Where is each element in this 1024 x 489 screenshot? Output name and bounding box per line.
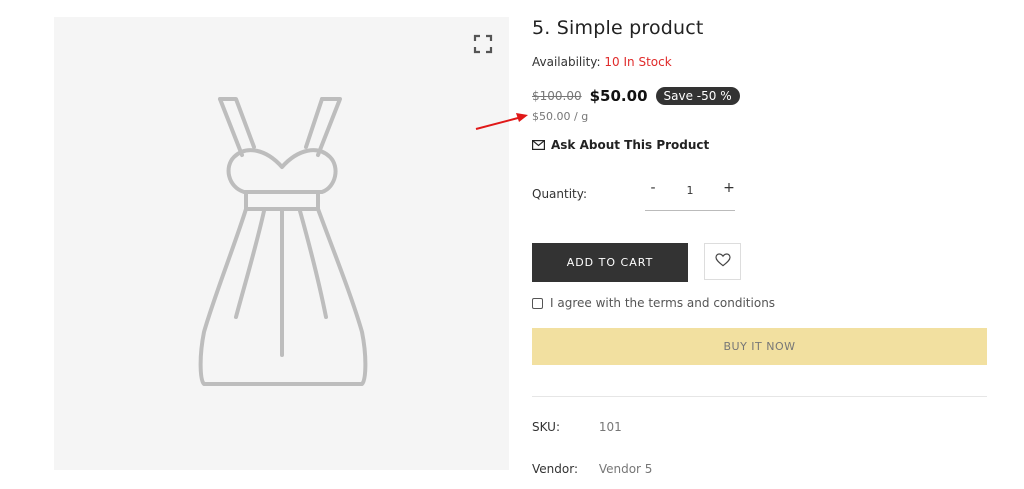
current-price: $50.00 [589,87,648,105]
annotation-arrow-icon [475,113,528,130]
sku-label: SKU: [532,420,560,434]
quantity-stepper: - 1 + [645,176,735,211]
product-title: 5. Simple product [532,17,704,39]
wishlist-button[interactable] [704,243,741,280]
sku-value: 101 [598,420,622,434]
price-row: $100.00 $50.00 Save -50 % [532,86,740,106]
divider [532,396,987,397]
quantity-increase-button[interactable]: + [721,180,737,196]
vendor-value[interactable]: Vendor 5 [599,462,653,476]
vendor-label: Vendor: [532,462,578,476]
heart-icon [714,252,731,271]
ask-about-product-label: Ask About This Product [551,138,710,152]
product-info: 5. Simple product Availability: 10 In St… [532,0,987,489]
stock-status: 10 In Stock [604,55,672,69]
buy-it-now-button[interactable]: BUY IT NOW [532,328,987,365]
terms-agreement: I agree with the terms and conditions [532,296,775,310]
dress-image [198,97,368,386]
terms-label[interactable]: I agree with the terms and conditions [550,296,775,310]
vendor-row: Vendor: Vendor 5 [532,462,652,476]
quantity-input[interactable]: 1 [675,184,705,197]
availability-label: Availability: [532,55,601,69]
quantity-decrease-button[interactable]: - [645,180,661,196]
sku-row: SKU: 101 [532,420,622,434]
terms-checkbox[interactable] [532,297,543,309]
ask-about-product-link[interactable]: Ask About This Product [532,138,709,152]
product-image-panel [54,17,509,470]
save-badge: Save -50 % [655,87,740,105]
old-price: $100.00 [532,89,582,103]
unit-price: $50.00 / g [532,110,589,123]
expand-icon[interactable] [473,34,493,54]
add-to-cart-button[interactable]: ADD TO CART [532,243,688,282]
availability: Availability: 10 In Stock [532,55,672,69]
quantity-label: Quantity: [532,187,588,201]
mail-icon [532,140,545,150]
